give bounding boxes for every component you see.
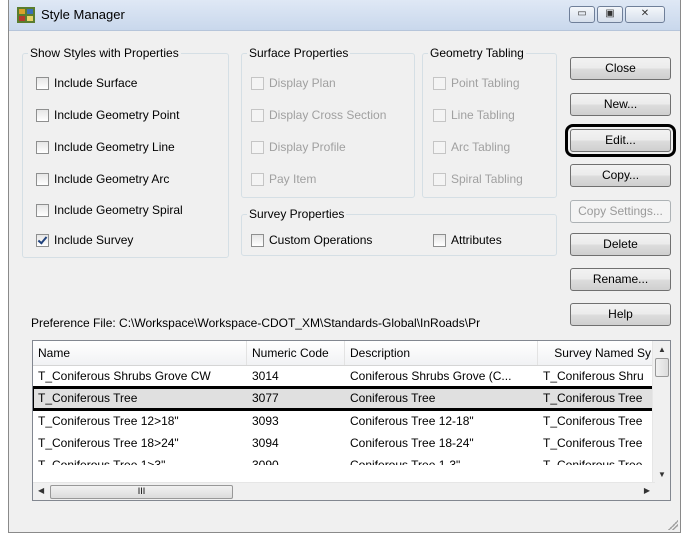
arc-tabling-checkbox: Arc Tabling: [433, 140, 510, 154]
rename-button[interactable]: Rename...: [570, 268, 671, 291]
styles-list[interactable]: Name Numeric Code Description Survey Nam…: [32, 340, 671, 501]
survey-properties-group: Survey Properties: [241, 207, 557, 256]
preference-file-path: C:\Workspace\Workspace-CDOT_XM\Standards…: [119, 316, 481, 330]
window-close-button[interactable]: ✕: [625, 6, 665, 23]
list-header: Name Numeric Code Description Survey Nam…: [33, 341, 655, 366]
display-profile-checkbox: Display Profile: [251, 140, 346, 154]
horizontal-scrollbar[interactable]: ◀ III ▶: [33, 482, 655, 500]
cell-survey-named: T_Coniferous Tree: [543, 458, 643, 465]
minimize-button[interactable]: ▭: [569, 6, 595, 23]
spiral-tabling-checkbox: Spiral Tabling: [433, 172, 523, 186]
cell-name: T_Coniferous Tree 1>3": [38, 458, 166, 465]
show-styles-legend: Show Styles with Properties: [30, 46, 179, 60]
column-header-survey-named-symbology[interactable]: Survey Named Sy: [538, 341, 655, 365]
scroll-corner: [653, 483, 670, 500]
cell-numeric-code: 3077: [252, 391, 279, 405]
scroll-down-arrow-icon[interactable]: ▼: [658, 470, 666, 479]
include-geometry-point-checkbox[interactable]: Include Geometry Point: [36, 108, 179, 122]
vertical-scrollbar[interactable]: ▲ ▼: [652, 341, 670, 483]
cell-survey-named: T_Coniferous Tree: [543, 436, 643, 450]
table-row[interactable]: T_Coniferous Shrubs Grove CW 3014 Conife…: [33, 366, 655, 387]
checkbox-box[interactable]: [36, 76, 49, 90]
line-tabling-checkbox: Line Tabling: [433, 108, 515, 122]
copy-settings-button: Copy Settings...: [570, 200, 671, 223]
checkbox-box[interactable]: [36, 108, 49, 122]
include-geometry-spiral-checkbox[interactable]: Include Geometry Spiral: [36, 203, 183, 217]
surface-properties-legend: Surface Properties: [249, 46, 349, 60]
cell-description: Coniferous Shrubs Grove (C...: [350, 369, 512, 383]
vertical-scroll-thumb[interactable]: [655, 358, 669, 377]
cell-numeric-code: 3093: [252, 414, 279, 428]
column-header-name[interactable]: Name: [33, 341, 247, 365]
checkbox-box[interactable]: [36, 172, 49, 186]
survey-properties-legend: Survey Properties: [249, 207, 345, 221]
checkbox-box[interactable]: [36, 140, 49, 154]
resize-grip-icon[interactable]: [668, 520, 678, 530]
include-survey-checkbox[interactable]: Include Survey: [36, 233, 133, 247]
window-title: Style Manager: [41, 7, 125, 22]
custom-operations-checkbox[interactable]: Custom Operations: [251, 233, 372, 247]
scroll-left-arrow-icon[interactable]: ◀: [38, 486, 44, 495]
cell-name: T_Coniferous Tree 18>24": [38, 436, 179, 450]
point-tabling-checkbox: Point Tabling: [433, 76, 520, 90]
copy-button[interactable]: Copy...: [570, 164, 671, 187]
column-header-description[interactable]: Description: [345, 341, 538, 365]
cell-description: Coniferous Tree: [350, 391, 436, 405]
checkbox-box[interactable]: [251, 233, 264, 247]
horizontal-scroll-thumb[interactable]: III: [50, 485, 233, 499]
close-button[interactable]: Close: [570, 57, 671, 80]
delete-button[interactable]: Delete: [570, 233, 671, 256]
cell-numeric-code: 3094: [252, 436, 279, 450]
scroll-right-arrow-icon[interactable]: ▶: [644, 486, 650, 495]
maximize-button[interactable]: ▣: [597, 6, 623, 23]
attributes-checkbox[interactable]: Attributes: [433, 233, 502, 247]
checkbox-checked[interactable]: [36, 233, 49, 247]
pay-item-checkbox: Pay Item: [251, 172, 316, 186]
style-manager-window: Style Manager ▭ ▣ ✕ Show Styles with Pro…: [8, 0, 681, 533]
cell-description: Coniferous Tree 18-24": [350, 436, 474, 450]
checkbox-box[interactable]: [36, 203, 49, 217]
include-geometry-line-checkbox[interactable]: Include Geometry Line: [36, 140, 175, 154]
cell-name: T_Coniferous Tree 12>18": [38, 414, 179, 428]
table-row[interactable]: T_Coniferous Tree 12>18" 3093 Coniferous…: [33, 411, 655, 432]
geometry-tabling-legend: Geometry Tabling: [430, 46, 524, 60]
table-row-selected[interactable]: T_Coniferous Tree 3077 Coniferous Tree T…: [33, 386, 657, 411]
cell-numeric-code: 3090: [252, 458, 279, 465]
minimize-icon: ▭: [577, 8, 587, 19]
scroll-up-arrow-icon[interactable]: ▲: [658, 345, 666, 354]
cell-survey-named: T_Coniferous Tree: [543, 391, 643, 405]
display-plan-checkbox: Display Plan: [251, 76, 336, 90]
include-surface-checkbox[interactable]: Include Surface: [36, 76, 137, 90]
cell-description: Coniferous Tree 1-3": [350, 458, 461, 465]
new-button[interactable]: New...: [570, 93, 671, 116]
title-bar[interactable]: Style Manager ▭ ▣ ✕: [9, 0, 680, 31]
help-button[interactable]: Help: [570, 303, 671, 326]
table-row[interactable]: T_Coniferous Tree 18>24" 3094 Coniferous…: [33, 433, 655, 454]
maximize-icon: ▣: [605, 8, 615, 19]
cell-survey-named: T_Coniferous Tree: [543, 414, 643, 428]
cell-numeric-code: 3014: [252, 369, 279, 383]
column-header-numeric-code[interactable]: Numeric Code: [247, 341, 345, 365]
cell-name: T_Coniferous Shrubs Grove CW: [38, 369, 211, 383]
checkbox-box[interactable]: [433, 233, 446, 247]
display-cross-section-checkbox: Display Cross Section: [251, 108, 386, 122]
preference-file-label: Preference File:: [31, 316, 116, 330]
close-icon: ✕: [640, 8, 650, 19]
preference-file: Preference File: C:\Workspace\Workspace-…: [31, 316, 480, 330]
table-row[interactable]: T_Coniferous Tree 1>3" 3090 Coniferous T…: [33, 455, 655, 465]
cell-name: T_Coniferous Tree: [38, 391, 138, 405]
style-manager-app-icon: [17, 7, 35, 23]
include-geometry-arc-checkbox[interactable]: Include Geometry Arc: [36, 172, 169, 186]
cell-survey-named: T_Coniferous Shru: [543, 369, 644, 383]
cell-description: Coniferous Tree 12-18": [350, 414, 474, 428]
edit-button[interactable]: Edit...: [565, 124, 676, 157]
